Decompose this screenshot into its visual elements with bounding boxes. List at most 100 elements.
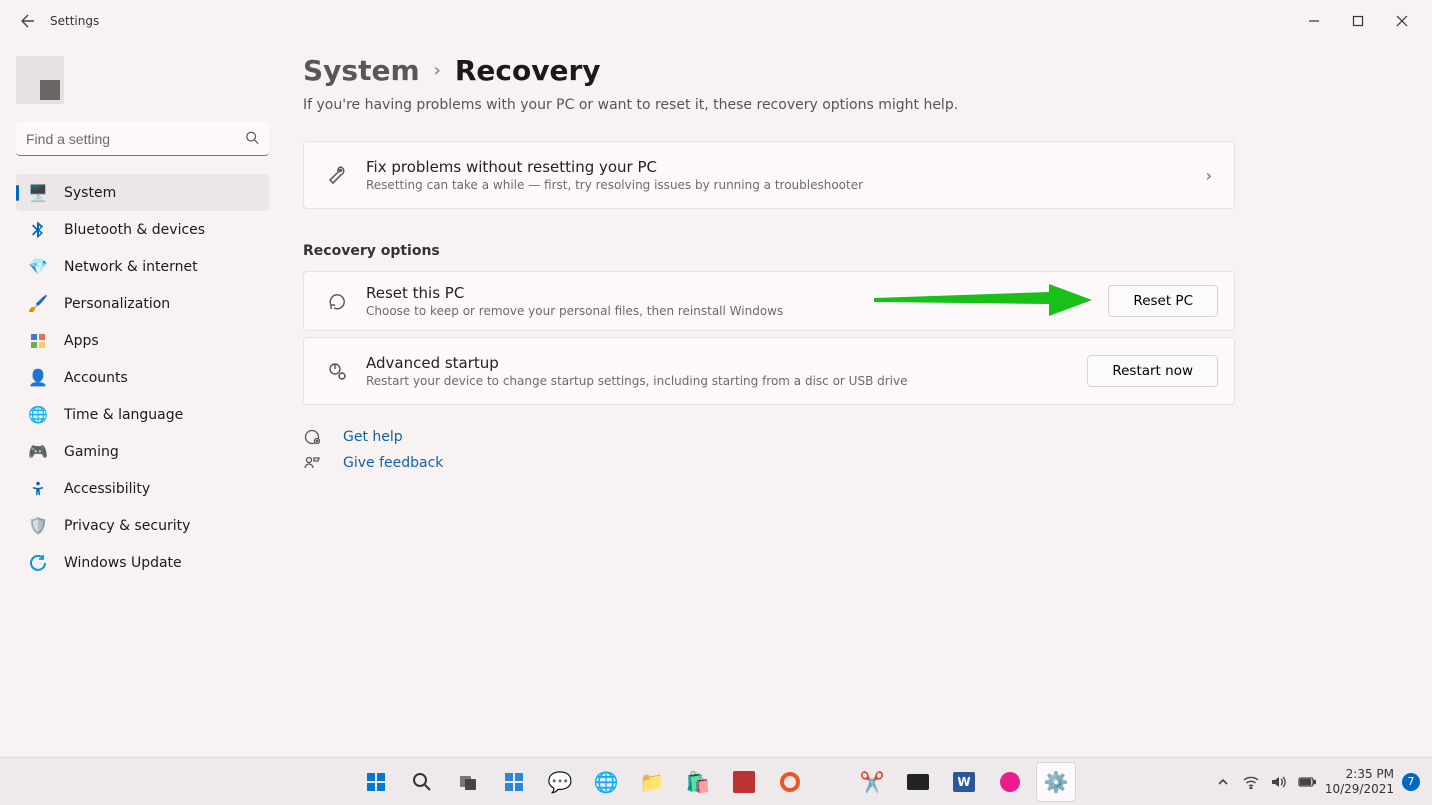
terminal-icon[interactable]: [898, 762, 938, 802]
help-links: Get help Give feedback: [303, 429, 1402, 471]
maximize-button[interactable]: [1336, 6, 1380, 36]
tray-overflow-icon[interactable]: [1213, 776, 1233, 788]
sidebar-item-label: Network & internet: [64, 259, 198, 275]
bluetooth-icon: [28, 220, 48, 240]
user-block[interactable]: [16, 50, 269, 122]
sidebar-item-accounts[interactable]: 👤 Accounts: [16, 359, 269, 396]
content-area: System › Recovery If you're having probl…: [285, 42, 1432, 757]
close-button[interactable]: [1380, 6, 1424, 36]
word-icon[interactable]: W: [944, 762, 984, 802]
sidebar: 🖥️ System Bluetooth & devices 💎 Network …: [0, 42, 285, 757]
card-title: Fix problems without resetting your PC: [366, 158, 863, 176]
edge-icon[interactable]: 🌐: [586, 762, 626, 802]
get-help-row[interactable]: Get help: [303, 429, 1402, 445]
sidebar-item-gaming[interactable]: 🎮 Gaming: [16, 433, 269, 470]
give-feedback-link[interactable]: Give feedback: [343, 455, 443, 471]
sidebar-item-system[interactable]: 🖥️ System: [16, 174, 269, 211]
section-title-recovery-options: Recovery options: [303, 243, 1402, 259]
card-desc: Restart your device to change startup se…: [366, 374, 908, 388]
get-help-link[interactable]: Get help: [343, 429, 403, 445]
sidebar-item-windows-update[interactable]: Windows Update: [16, 544, 269, 581]
taskbar-time: 2:35 PM: [1325, 767, 1394, 781]
task-view-button[interactable]: [448, 762, 488, 802]
card-title: Advanced startup: [366, 354, 908, 372]
titlebar: Settings: [0, 0, 1432, 42]
settings-icon[interactable]: ⚙️: [1036, 762, 1076, 802]
snip-icon[interactable]: ✂️: [852, 762, 892, 802]
volume-icon[interactable]: [1269, 775, 1289, 789]
sidebar-item-personalization[interactable]: 🖌️ Personalization: [16, 285, 269, 322]
sidebar-item-label: Bluetooth & devices: [64, 222, 205, 238]
taskbar-date: 10/29/2021: [1325, 782, 1394, 796]
accessibility-icon: [28, 479, 48, 499]
sidebar-item-label: System: [64, 185, 116, 201]
search-box[interactable]: [16, 122, 269, 156]
back-button[interactable]: [18, 11, 38, 31]
restart-now-button[interactable]: Restart now: [1087, 355, 1218, 387]
recycle-icon: [326, 290, 348, 312]
troubleshoot-card[interactable]: Fix problems without resetting your PC R…: [303, 141, 1235, 209]
sidebar-item-time-language[interactable]: 🌐 Time & language: [16, 396, 269, 433]
feedback-icon: [303, 455, 321, 471]
windows-update-icon: [28, 553, 48, 573]
arrow-annotation: [874, 280, 1094, 320]
sidebar-item-label: Gaming: [64, 444, 119, 460]
page-title: Recovery: [455, 54, 601, 87]
help-icon: [303, 429, 321, 445]
reset-pc-card: Reset this PC Choose to keep or remove y…: [303, 271, 1235, 331]
notification-badge[interactable]: 7: [1402, 773, 1420, 791]
start-button[interactable]: [356, 762, 396, 802]
sidebar-item-label: Time & language: [64, 407, 183, 423]
sidebar-item-bluetooth[interactable]: Bluetooth & devices: [16, 211, 269, 248]
card-title: Reset this PC: [366, 284, 783, 302]
advanced-startup-card: Advanced startup Restart your device to …: [303, 337, 1235, 405]
window-controls: [1292, 6, 1424, 36]
sidebar-item-accessibility[interactable]: Accessibility: [16, 470, 269, 507]
sidebar-item-privacy[interactable]: 🛡️ Privacy & security: [16, 507, 269, 544]
sidebar-item-apps[interactable]: Apps: [16, 322, 269, 359]
system-tray: 2:35 PM 10/29/2021 7: [1213, 767, 1420, 796]
search-icon: [245, 130, 259, 149]
taskbar-search-button[interactable]: [402, 762, 442, 802]
chevron-right-icon: ›: [1206, 166, 1212, 185]
breadcrumb-parent[interactable]: System: [303, 54, 420, 87]
personalization-icon: 🖌️: [28, 294, 48, 314]
sidebar-item-label: Accounts: [64, 370, 128, 386]
opera-icon[interactable]: [770, 762, 810, 802]
give-feedback-row[interactable]: Give feedback: [303, 455, 1402, 471]
wrench-icon: [326, 164, 348, 186]
apps-icon: [28, 331, 48, 351]
reset-pc-button[interactable]: Reset PC: [1108, 285, 1218, 317]
privacy-icon: 🛡️: [28, 516, 48, 536]
taskbar: 💬 🌐 📁 🛍️ ✂️ W ⚙️ 2:35 PM 10/29/2021 7: [0, 757, 1432, 805]
sidebar-item-network[interactable]: 💎 Network & internet: [16, 248, 269, 285]
time-language-icon: 🌐: [28, 405, 48, 425]
sidebar-item-label: Apps: [64, 333, 99, 349]
sidebar-item-label: Privacy & security: [64, 518, 190, 534]
widgets-button[interactable]: [494, 762, 534, 802]
taskbar-clock[interactable]: 2:35 PM 10/29/2021: [1325, 767, 1394, 796]
network-icon: 💎: [28, 257, 48, 277]
window-title: Settings: [50, 14, 99, 28]
minimize-button[interactable]: [1292, 6, 1336, 36]
app-icon-2[interactable]: [990, 762, 1030, 802]
chevron-right-icon: ›: [434, 60, 441, 81]
sidebar-item-label: Accessibility: [64, 481, 150, 497]
breadcrumb: System › Recovery: [303, 54, 1402, 87]
chat-icon[interactable]: 💬: [540, 762, 580, 802]
wifi-icon[interactable]: [1241, 775, 1261, 789]
battery-icon[interactable]: [1297, 776, 1317, 788]
store-icon[interactable]: 🛍️: [678, 762, 718, 802]
page-subtitle: If you're having problems with your PC o…: [303, 97, 1402, 113]
sidebar-nav: 🖥️ System Bluetooth & devices 💎 Network …: [16, 174, 269, 581]
user-avatar-icon: [16, 56, 64, 104]
file-explorer-icon[interactable]: 📁: [632, 762, 672, 802]
power-gear-icon: [326, 360, 348, 382]
sidebar-item-label: Personalization: [64, 296, 170, 312]
card-desc: Choose to keep or remove your personal f…: [366, 304, 783, 318]
sidebar-item-label: Windows Update: [64, 555, 182, 571]
accounts-icon: 👤: [28, 368, 48, 388]
gaming-icon: 🎮: [28, 442, 48, 462]
search-input[interactable]: [16, 122, 269, 156]
app-icon[interactable]: [724, 762, 764, 802]
